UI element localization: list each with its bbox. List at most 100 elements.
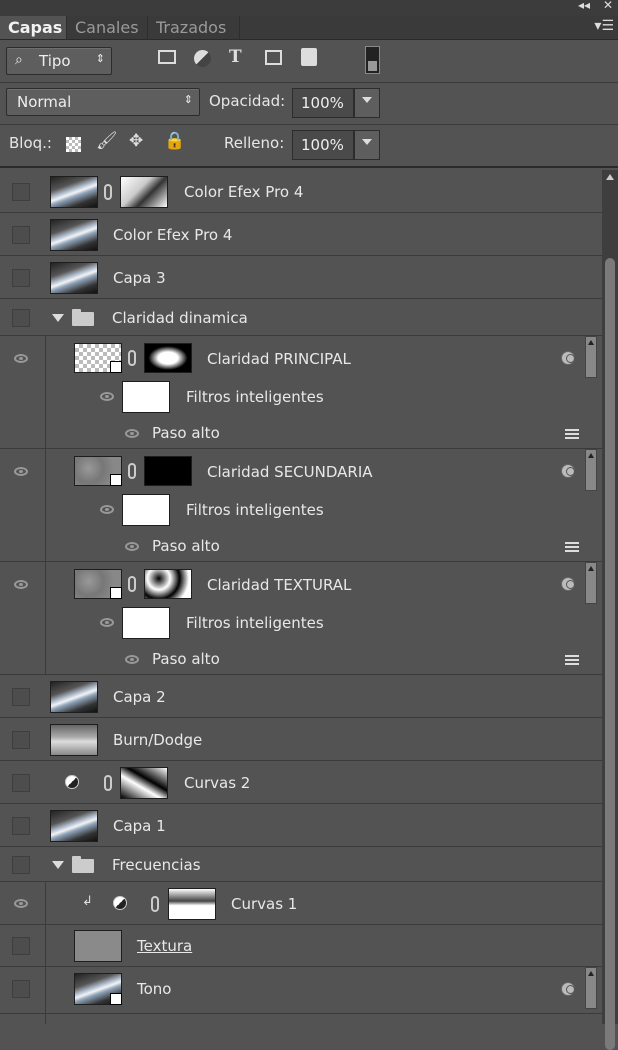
eye-icon[interactable] (14, 580, 28, 589)
smart-layer-row[interactable]: Claridad PRINCIPAL Filtros inteligentes … (0, 336, 602, 449)
layer-name[interactable]: Claridad PRINCIPAL (207, 350, 351, 368)
layer-mask-thumbnail[interactable] (120, 176, 168, 208)
visibility-toggle[interactable] (12, 731, 30, 749)
link-icon[interactable] (128, 576, 136, 592)
visibility-toggle[interactable] (12, 980, 30, 998)
filter-kind-select[interactable]: ⌕ Tipo ⇕ (6, 47, 112, 75)
layer-row[interactable]: Capa 2 (0, 675, 602, 718)
lock-all-icon[interactable]: 🔒 (164, 131, 185, 151)
smart-filter-mask-thumbnail[interactable] (122, 381, 170, 413)
smart-filters-label[interactable]: Filtros inteligentes (186, 388, 324, 406)
layer-name[interactable]: Color Efex Pro 4 (113, 226, 232, 244)
smart-layer-row[interactable]: Tono (0, 967, 602, 1014)
layer-group-row[interactable]: Claridad dinamica (0, 299, 602, 336)
adjustment-filter-icon[interactable] (194, 50, 211, 67)
lock-image-pixels-icon[interactable]: 🖌 (96, 131, 118, 151)
visibility-toggle[interactable] (12, 226, 30, 244)
shape-filter-icon[interactable] (265, 50, 282, 65)
layer-name[interactable]: Claridad SECUNDARIA (207, 463, 373, 481)
fill-field[interactable]: 100% (292, 130, 354, 160)
smart-filter-fx-icon[interactable] (561, 982, 575, 996)
opacity-field[interactable]: 100% (292, 88, 354, 118)
expand-triangle-icon[interactable] (52, 861, 64, 869)
layer-row[interactable]: Capa 1 (0, 804, 602, 847)
tab-trazados[interactable]: Trazados (148, 16, 240, 39)
visibility-toggle[interactable] (12, 688, 30, 706)
smart-layer-row[interactable]: Claridad SECUNDARIA Filtros inteligentes… (0, 449, 602, 562)
eye-icon[interactable] (14, 899, 28, 908)
eye-icon[interactable] (14, 354, 28, 363)
filter-toggle-switch[interactable] (365, 46, 380, 74)
close-panel-icon[interactable]: ✕ (603, 0, 613, 12)
smart-layer-row[interactable]: Claridad TEXTURAL Filtros inteligentes P… (0, 562, 602, 675)
layer-name[interactable]: Textura (137, 937, 192, 955)
blend-mode-select[interactable]: Normal ⇕ (6, 88, 200, 116)
collapse-filters-arrow-icon[interactable] (585, 449, 597, 491)
fill-dropdown-button[interactable] (354, 130, 380, 160)
layer-mask-thumbnail[interactable] (144, 456, 192, 486)
eye-icon[interactable] (14, 467, 28, 476)
scroll-up-icon[interactable] (606, 174, 614, 180)
visibility-toggle[interactable] (12, 817, 30, 835)
collapse-filters-arrow-icon[interactable] (585, 336, 597, 378)
smart-filters-label[interactable]: Filtros inteligentes (186, 501, 324, 519)
visibility-toggle[interactable] (12, 937, 30, 955)
lock-position-icon[interactable]: ✥ (129, 131, 143, 151)
eye-icon[interactable] (125, 655, 139, 664)
layer-mask-thumbnail[interactable] (144, 569, 192, 599)
link-icon[interactable] (151, 896, 159, 912)
layer-row[interactable]: Color Efex Pro 4 (0, 170, 602, 213)
filter-name[interactable]: Paso alto (152, 650, 220, 668)
visibility-toggle[interactable] (12, 269, 30, 287)
layer-name[interactable]: Claridad TEXTURAL (207, 576, 351, 594)
adjustment-layer-row[interactable]: Curvas 2 (0, 761, 602, 804)
layer-mask-thumbnail[interactable] (144, 343, 192, 373)
tab-capas[interactable]: Capas (0, 16, 67, 39)
layer-name[interactable]: Tono (137, 980, 171, 998)
link-icon[interactable] (104, 184, 112, 200)
layer-name[interactable]: Color Efex Pro 4 (184, 183, 303, 201)
link-icon[interactable] (128, 350, 136, 366)
smart-filters-label[interactable]: Filtros inteligentes (186, 614, 324, 632)
scrollbar-thumb[interactable] (605, 258, 615, 1050)
eye-icon[interactable] (100, 392, 114, 401)
smart-filter-fx-icon[interactable] (561, 577, 575, 591)
visibility-toggle[interactable] (12, 183, 30, 201)
filter-name[interactable]: Paso alto (152, 537, 220, 555)
smart-filter-mask-thumbnail[interactable] (122, 607, 170, 639)
filter-blending-options-icon[interactable] (565, 429, 579, 440)
layer-name[interactable]: Capa 3 (113, 269, 166, 287)
visibility-toggle[interactable] (12, 774, 30, 792)
layer-row[interactable]: Capa 3 (0, 256, 602, 299)
layer-name[interactable]: Curvas 1 (231, 895, 297, 913)
smart-filter-mask-thumbnail[interactable] (122, 494, 170, 526)
layer-name[interactable]: Capa 1 (113, 817, 166, 835)
expand-triangle-icon[interactable] (52, 314, 64, 322)
visibility-toggle[interactable] (12, 856, 30, 874)
eye-icon[interactable] (125, 542, 139, 551)
link-icon[interactable] (128, 463, 136, 479)
filter-blending-options-icon[interactable] (565, 655, 579, 666)
collapse-filters-arrow-icon[interactable] (585, 562, 597, 604)
link-icon[interactable] (104, 775, 112, 791)
smart-filter-fx-icon[interactable] (561, 464, 575, 478)
layer-row[interactable]: Textura (0, 925, 602, 967)
layer-row[interactable]: Color Efex Pro 4 (0, 213, 602, 256)
layer-name[interactable]: Curvas 2 (184, 774, 250, 792)
eye-icon[interactable] (100, 618, 114, 627)
layer-mask-thumbnail[interactable] (168, 888, 216, 920)
expand-filters-arrow-icon[interactable] (585, 967, 597, 1009)
eye-icon[interactable] (125, 429, 139, 438)
layer-name[interactable]: Burn/Dodge (113, 731, 202, 749)
panel-menu-icon[interactable]: ▾☰ (594, 18, 614, 34)
group-name[interactable]: Claridad dinamica (112, 309, 248, 327)
eye-icon[interactable] (100, 505, 114, 514)
visibility-toggle[interactable] (12, 309, 30, 327)
tab-canales[interactable]: Canales (67, 16, 148, 39)
layer-group-row[interactable]: Frecuencias (0, 847, 602, 882)
group-name[interactable]: Frecuencias (112, 856, 201, 874)
smart-object-filter-icon[interactable] (301, 48, 317, 66)
type-filter-icon[interactable]: T (229, 47, 242, 67)
filter-name[interactable]: Paso alto (152, 424, 220, 442)
layer-row[interactable]: Burn/Dodge (0, 718, 602, 761)
